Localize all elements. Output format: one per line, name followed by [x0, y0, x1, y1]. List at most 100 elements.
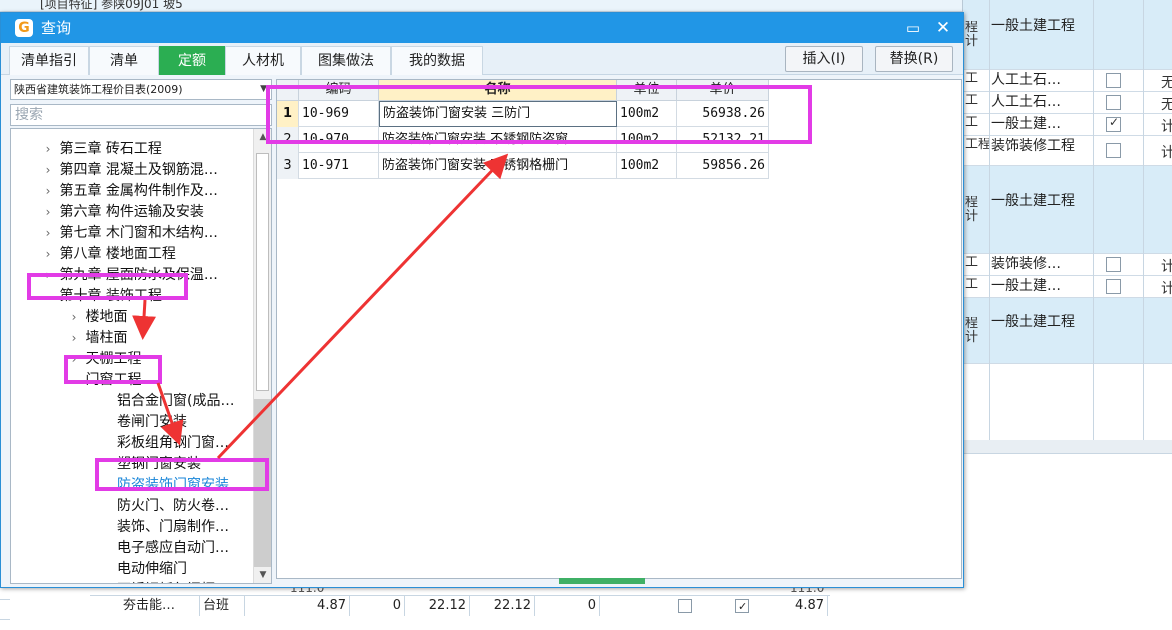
col-name[interactable]: 名称	[379, 80, 617, 101]
background-row[interactable]: 工人工土石… 无	[963, 70, 1172, 92]
maximize-button[interactable]: ▭	[899, 13, 927, 43]
dialog-tabbar: 清单指引 清单 定额 人材机 图集做法 我的数据 插入(I) 替换(R)	[1, 43, 963, 75]
tree-item[interactable]: › 第三章 砖石工程	[41, 139, 162, 160]
tree-item[interactable]: 铝合金门窗(成品…	[117, 391, 234, 412]
resource-qty: 4.87	[290, 596, 350, 616]
resource-checkbox-1[interactable]	[678, 599, 692, 613]
tab-bill[interactable]: 清单	[89, 46, 159, 75]
cell-name: 防盗装饰门窗安装 不锈钢格栅门	[379, 153, 617, 179]
table-row[interactable]: 3 10-971 防盗装饰门窗安装 不锈钢格栅门 100m2 59856.26	[277, 153, 769, 179]
tab-bill-guide[interactable]: 清单指引	[9, 46, 89, 75]
insert-button[interactable]: 插入(I)	[785, 46, 863, 72]
dialog-titlebar[interactable]: G 查询 ▭ ✕	[1, 13, 963, 43]
cell-index: 3	[277, 153, 299, 179]
table-row[interactable]: 2 10-970 防盗装饰门窗安装 不锈钢防盗窗 100m2 52132.21	[277, 127, 769, 153]
tree-item-label: 墙柱面	[85, 330, 128, 346]
chevron-right-icon[interactable]: ›	[41, 202, 55, 223]
background-cell-type: 工	[965, 256, 979, 270]
tab-atlas-method[interactable]: 图集做法	[301, 46, 391, 75]
background-cell-type: 工	[965, 278, 979, 292]
background-row[interactable]: 工装饰装修… 计	[963, 254, 1172, 276]
library-select-value: 陕西省建筑装饰工程价目表(2009)	[14, 83, 183, 96]
resource-checkbox-2[interactable]	[735, 597, 749, 617]
chevron-right-icon[interactable]: ›	[41, 223, 55, 244]
tree-item-label: 不锈钢板包门框…	[117, 582, 229, 583]
scroll-track[interactable]	[254, 399, 271, 567]
tree-item[interactable]: › 第六章 构件运输及安装	[41, 202, 204, 223]
resource-unit: 台班	[200, 596, 245, 616]
tree-item[interactable]: › 第八章 楼地面工程	[41, 244, 176, 265]
tree-item[interactable]: 卷闸门安装	[117, 412, 187, 433]
background-checkbox[interactable]	[1106, 143, 1121, 158]
chevron-down-icon[interactable]: ▼	[260, 80, 267, 99]
table-header: 编码 名称 单位 单价	[277, 80, 769, 101]
col-unit[interactable]: 单位	[617, 80, 677, 101]
tree-item[interactable]: 装饰、门扇制作…	[117, 517, 229, 538]
background-row[interactable]: 程 计一般土建工程	[963, 0, 1172, 70]
close-button[interactable]: ✕	[929, 13, 957, 43]
background-cell-specialty: 装饰装修工程	[991, 138, 1075, 154]
query-dialog: G 查询 ▭ ✕ 清单指引 清单 定额 人材机 图集做法 我的数据 插入(I) …	[0, 12, 964, 588]
background-row[interactable]: 程 计一般土建工程	[963, 166, 1172, 254]
background-checkbox[interactable]	[1106, 115, 1121, 132]
tree-item[interactable]: 电动伸缩门	[117, 559, 187, 580]
tree-item[interactable]: › 墙柱面	[67, 328, 128, 349]
tab-quota[interactable]: 定额	[159, 46, 225, 75]
tab-labor-material-machine[interactable]: 人材机	[225, 46, 301, 75]
tree-item[interactable]: › 第七章 木门窗和木结构…	[41, 223, 218, 244]
resource-name: 夯击能…	[120, 596, 200, 616]
chevron-right-icon[interactable]: ›	[41, 244, 55, 265]
tree-item[interactable]: › 第五章 金属构件制作及…	[41, 181, 218, 202]
cell-name: 防盗装饰门窗安装 不锈钢防盗窗	[379, 127, 617, 153]
chevron-right-icon[interactable]: ›	[67, 307, 81, 328]
tree-item[interactable]: 塑钢门窗安装	[117, 454, 201, 475]
tree-item[interactable]: ⌄ 第十章 装饰工程	[41, 286, 162, 307]
background-row[interactable]: 工程 装饰装修工程 计	[963, 136, 1172, 166]
col-price[interactable]: 单价	[677, 80, 769, 101]
cell-name: 防盗装饰门窗安装 三防门	[379, 101, 617, 127]
chevron-right-icon[interactable]: ›	[41, 265, 55, 286]
tree-item[interactable]: ⌄ 门窗工程	[67, 370, 141, 391]
panel-resize-handle[interactable]	[559, 578, 645, 584]
chevron-down-icon[interactable]: ⌄	[41, 286, 55, 307]
table-row[interactable]: 1 10-969 防盗装饰门窗安装 三防门 100m2 56938.26	[277, 101, 769, 127]
chevron-right-icon[interactable]: ›	[41, 181, 55, 202]
background-checkbox[interactable]	[1106, 279, 1121, 294]
chevron-right-icon[interactable]: ›	[41, 160, 55, 181]
tree-item[interactable]: 电子感应自动门…	[117, 538, 229, 559]
col-code[interactable]: 编码	[299, 80, 379, 101]
dialog-title: 查询	[41, 19, 72, 37]
scroll-down-icon[interactable]: ▼	[254, 567, 271, 583]
chevron-right-icon[interactable]: ›	[67, 328, 81, 349]
tree-item[interactable]: 彩板组角钢门窗…	[117, 433, 229, 454]
chevron-right-icon[interactable]: ›	[67, 349, 81, 370]
tree-item[interactable]: 防火门、防火卷…	[117, 496, 229, 517]
chevron-right-icon[interactable]: ›	[41, 139, 55, 160]
scroll-thumb[interactable]	[256, 153, 269, 391]
replace-button[interactable]: 替换(R)	[875, 46, 953, 72]
tree-item[interactable]: 不锈钢板包门框…	[117, 580, 229, 583]
quota-tree[interactable]: 不锈钢板包门框… 电动伸缩门 电子感应自动门… 装饰、门扇制作… 防火门、防火卷… 防盗装…	[10, 128, 272, 584]
scroll-up-icon[interactable]: ▲	[254, 129, 271, 145]
tree-item-label: 电动伸缩门	[117, 561, 187, 577]
tree-item[interactable]: › 第九章 屋面防水及保温…	[41, 265, 218, 286]
library-select[interactable]: 陕西省建筑装饰工程价目表(2009) ▼	[10, 79, 272, 100]
tree-item[interactable]: › 第四章 混凝土及钢筋混…	[41, 160, 218, 181]
chevron-down-icon[interactable]: ⌄	[67, 370, 81, 391]
background-row[interactable]: 工一般土建… 计	[963, 276, 1172, 298]
background-row[interactable]: 工一般土建… 计	[963, 114, 1172, 136]
search-input[interactable]: 搜索	[10, 104, 272, 126]
tree-item[interactable]: › 楼地面	[67, 307, 128, 328]
tree-scrollbar[interactable]: ▲ ▼	[253, 129, 271, 583]
tree-item-label: 防火门、防火卷…	[117, 498, 229, 514]
tree-item[interactable]: › 天棚工程	[67, 349, 142, 370]
background-resource-row[interactable]: 夯击能… 台班 4.87 0 22.12 22.12 0 4.87	[90, 596, 830, 617]
tree-item-label: 第八章 楼地面工程	[59, 246, 176, 262]
background-checkbox[interactable]	[1106, 73, 1121, 88]
tree-item[interactable]: 防盗装饰门窗安装	[117, 475, 229, 496]
tab-my-data[interactable]: 我的数据	[391, 46, 483, 75]
background-checkbox[interactable]	[1106, 257, 1121, 272]
background-row[interactable]: 工人工土石… 无	[963, 92, 1172, 114]
background-row[interactable]: 程 计一般土建工程	[963, 298, 1172, 364]
background-checkbox[interactable]	[1106, 95, 1121, 110]
